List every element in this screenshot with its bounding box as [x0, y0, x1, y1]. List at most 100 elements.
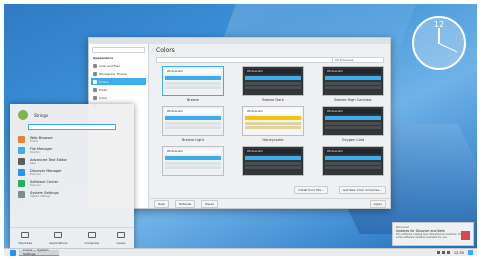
tab-applications[interactable]: Applications [49, 232, 67, 245]
color-scheme-tile[interactable]: Window text [242, 146, 304, 184]
tab-favorites[interactable]: Favorites [18, 232, 33, 245]
preview-row [325, 126, 381, 129]
apply-button[interactable]: Apply [369, 199, 386, 208]
install-from-file-button[interactable]: Install from File... [294, 186, 328, 194]
applications-icon [54, 232, 63, 238]
preview-window-text: Window text [325, 69, 381, 74]
preview-window-text: Window text [165, 109, 221, 114]
preview-row [165, 126, 221, 129]
tab-label: Favorites [18, 241, 33, 245]
user-avatar[interactable] [18, 110, 28, 120]
favorite-item[interactable]: Advanced Text Editor Kate [18, 156, 126, 166]
preview-row [325, 82, 381, 85]
preview-row [245, 126, 301, 129]
favorite-item[interactable]: Discover Manager Discover [18, 167, 126, 177]
notifications-icon[interactable] [446, 251, 450, 254]
app-icon [18, 179, 25, 187]
preview-window-text: Window text [245, 109, 301, 114]
scheme-filter-dropdown[interactable]: All Schemes [332, 58, 382, 62]
preview-selection [165, 76, 221, 80]
launcher-search-input[interactable] [28, 124, 116, 130]
task-system-settings[interactable]: Colors — System Settings [19, 248, 59, 256]
preview-selection [245, 116, 301, 120]
scheme-preview: Window text [242, 66, 304, 96]
volume-icon[interactable] [441, 251, 445, 254]
sidebar-item-workspace-theme[interactable]: Workspace Theme [91, 70, 146, 77]
preview-window-text: Window text [245, 149, 301, 154]
network-icon[interactable] [436, 251, 440, 254]
scheme-name: Breeze [186, 98, 200, 102]
defaults-button[interactable]: Defaults [174, 199, 196, 208]
scheme-preview: Window text [162, 66, 224, 96]
preview-selection [245, 76, 301, 80]
reset-button[interactable]: Reset [201, 199, 218, 208]
leave-icon [117, 232, 125, 238]
app-icon [18, 146, 25, 154]
digital-clock[interactable]: 12:35 [454, 251, 464, 255]
sidebar-item-icons[interactable]: Icons [91, 94, 146, 101]
app-title: System Settings [30, 190, 59, 195]
tab-leave[interactable]: Leave [116, 232, 126, 245]
favorite-item[interactable]: Software Center Discover [18, 178, 126, 188]
fonts-icon [93, 87, 97, 92]
page-title: Colors [156, 47, 175, 54]
preview-window-text: Window text [165, 149, 221, 154]
sidebar-item-fonts[interactable]: Fonts [91, 86, 146, 93]
favorite-item[interactable]: File Manager Dolphin [18, 145, 126, 155]
app-title: Advanced Text Editor [30, 157, 67, 162]
preview-row [165, 166, 221, 169]
scheme-preview: Window text [162, 146, 224, 176]
preview-window-text: Window text [245, 69, 301, 74]
sidebar-search-input[interactable] [92, 47, 145, 53]
tab-label: Leave [116, 241, 126, 245]
application-menu-icon[interactable] [10, 249, 16, 256]
preview-row [165, 122, 221, 125]
notification-popup[interactable]: Discover Updates for Discover and Kate T… [392, 222, 474, 246]
app-title: Software Center [30, 179, 59, 184]
color-scheme-tile[interactable]: Window text Breeze Light [162, 106, 224, 144]
scheme-preview: Window text [322, 66, 384, 96]
get-new-schemes-button[interactable]: Get New Color Schemes... [338, 186, 386, 194]
app-subtitle: Discover [30, 183, 41, 187]
tab-computer[interactable]: Computer [85, 232, 99, 245]
preview-row [165, 86, 221, 89]
notification-body: The software catalog was refreshed succe… [396, 233, 470, 239]
favorite-item[interactable]: System Settings System Settings [18, 189, 126, 199]
color-scheme-tile[interactable]: Window text Honeycomb [242, 106, 304, 144]
analog-clock-widget[interactable]: 12 [412, 16, 466, 70]
app-icon [18, 168, 25, 176]
app-subtitle: Discover [30, 172, 41, 176]
color-scheme-tile[interactable]: Window text Breeze Dark [242, 66, 304, 104]
favorite-item[interactable]: Web Browser Firefox [18, 134, 126, 144]
preview-row [325, 86, 381, 89]
scheme-preview: Window text [322, 106, 384, 136]
preview-row [245, 86, 301, 89]
preview-row [325, 166, 381, 169]
preview-window-text: Window text [325, 149, 381, 154]
clock-minute-hand [438, 43, 458, 53]
scheme-filter-bar[interactable]: All Schemes [156, 57, 384, 63]
preview-row [325, 122, 381, 125]
clock-hour-hand [438, 28, 440, 44]
scheme-name: Breeze Light [182, 138, 204, 142]
color-scheme-tile[interactable]: Window text Breeze High Contrast [322, 66, 384, 104]
color-scheme-tile[interactable]: Window text Breeze [162, 66, 224, 104]
scheme-name: Oxygen Cold [341, 138, 365, 142]
sidebar-item-look-and-feel[interactable]: Look and Feel [91, 62, 146, 69]
sidebar-item-colors[interactable]: Colors [91, 78, 146, 85]
scheme-preview: Window text [242, 146, 304, 176]
notification-app-icon [461, 231, 470, 240]
preview-selection [325, 76, 381, 80]
color-scheme-tile[interactable]: Window text [322, 146, 384, 184]
help-button[interactable]: Help [154, 199, 169, 208]
preview-row [245, 166, 301, 169]
app-subtitle: Firefox [30, 139, 39, 143]
show-desktop-icon[interactable] [468, 250, 473, 255]
app-subtitle: System Settings [30, 194, 51, 198]
computer-icon [88, 232, 96, 238]
scheme-preview: Window text [242, 106, 304, 136]
taskbar: Colors — System Settings 12:35 [4, 248, 477, 256]
color-scheme-tile[interactable]: Window text [162, 146, 224, 184]
favorites-list: Web Browser Firefox File Manager Dolphin Adv… [10, 134, 134, 199]
color-scheme-tile[interactable]: Window text Oxygen Cold [322, 106, 384, 144]
